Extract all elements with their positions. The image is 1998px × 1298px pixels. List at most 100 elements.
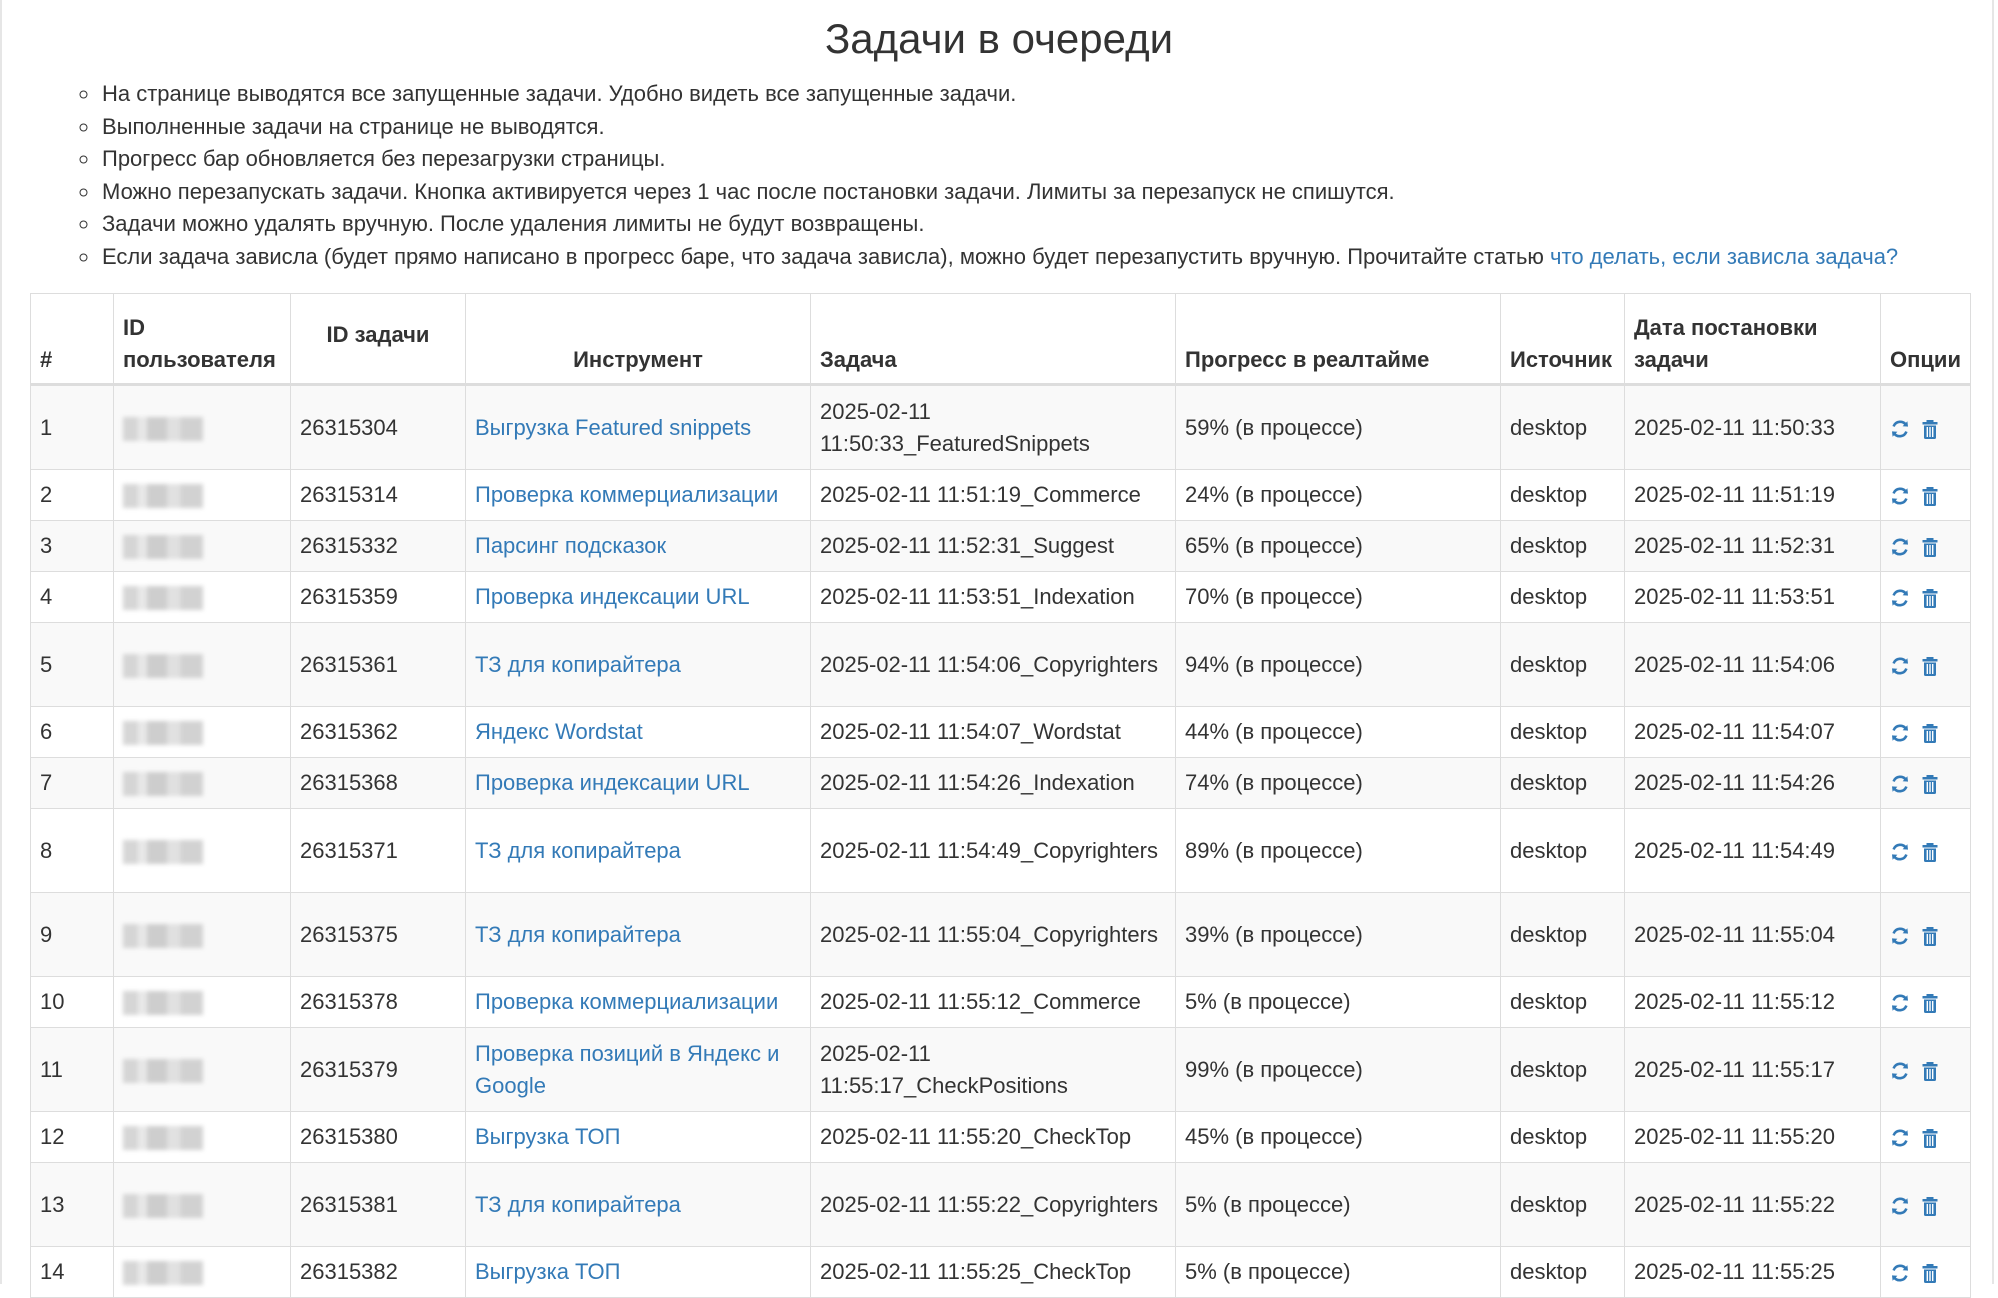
trash-icon[interactable] (1920, 418, 1940, 440)
cell-options (1880, 1027, 1971, 1112)
refresh-icon[interactable] (1890, 536, 1910, 558)
tool-link[interactable]: Проверка коммерциализации (475, 482, 778, 507)
trash-icon[interactable] (1920, 485, 1940, 507)
cell-source: desktop (1500, 1111, 1625, 1163)
cell-source: desktop (1500, 892, 1625, 977)
cell-task-id: 26315371 (290, 808, 466, 893)
cell-date: 2025-02-11 11:55:20 (1624, 1111, 1881, 1163)
cell-task-id: 26315361 (290, 622, 466, 707)
tool-link[interactable]: Проверка индексации URL (475, 770, 750, 795)
cell-source: desktop (1500, 1246, 1625, 1298)
stuck-task-article-link[interactable]: что делать, если зависла задача? (1550, 244, 1898, 269)
refresh-icon[interactable] (1890, 418, 1910, 440)
trash-icon[interactable] (1920, 536, 1940, 558)
refresh-icon[interactable] (1890, 485, 1910, 507)
tool-link[interactable]: ТЗ для копирайтера (475, 922, 681, 947)
trash-icon[interactable] (1920, 1195, 1940, 1217)
tasks-table: # ID пользователя ID задачи Инструмент З… (30, 293, 1971, 1298)
cell-source: desktop (1500, 706, 1625, 758)
cell-task: 2025-02-11 11:50:33_FeaturedSnippets (810, 384, 1176, 470)
info-item: Задачи можно удалять вручную. После удал… (100, 208, 1998, 241)
table-row: 5 26315361 ТЗ для копирайтера 2025-02-11… (30, 622, 1971, 707)
cell-task: 2025-02-11 11:55:17_CheckPositions (810, 1027, 1176, 1112)
trash-icon[interactable] (1920, 1060, 1940, 1082)
cell-num: 2 (30, 469, 114, 521)
tool-link[interactable]: ТЗ для копирайтера (475, 1192, 681, 1217)
cell-user-id (113, 706, 291, 758)
trash-icon[interactable] (1920, 1262, 1940, 1284)
info-text: Если задача зависла (будет прямо написан… (102, 243, 1551, 269)
cell-task-id: 26315359 (290, 571, 466, 623)
refresh-icon[interactable] (1890, 1262, 1910, 1284)
refresh-icon[interactable] (1890, 925, 1910, 947)
tool-link[interactable]: Выгрузка Featured snippets (475, 415, 751, 440)
tool-link[interactable]: ТЗ для копирайтера (475, 838, 681, 863)
trash-icon[interactable] (1920, 722, 1940, 744)
table-row: 7 26315368 Проверка индексации URL 2025-… (30, 757, 1971, 809)
table-header-row: # ID пользователя ID задачи Инструмент З… (30, 293, 1971, 386)
cell-tool: ТЗ для копирайтера (465, 808, 811, 893)
cell-task: 2025-02-11 11:55:04_Copyrighters (810, 892, 1176, 977)
cell-task-id: 26315378 (290, 976, 466, 1028)
trash-icon[interactable] (1920, 655, 1940, 677)
tool-link[interactable]: Проверка коммерциализации (475, 989, 778, 1014)
cell-date: 2025-02-11 11:53:51 (1624, 571, 1881, 623)
refresh-icon[interactable] (1890, 992, 1910, 1014)
cell-date: 2025-02-11 11:54:07 (1624, 706, 1881, 758)
refresh-icon[interactable] (1890, 1195, 1910, 1217)
col-header-date: Дата постановки задачи (1624, 293, 1881, 386)
tool-link[interactable]: Выгрузка ТОП (475, 1124, 620, 1149)
info-item: На странице выводятся все запущенные зад… (100, 78, 1998, 111)
cell-tool: Выгрузка ТОП (465, 1111, 811, 1163)
cell-tool: Проверка коммерциализации (465, 976, 811, 1028)
cell-options (1880, 976, 1971, 1028)
cell-progress: 44% (в процессе) (1175, 706, 1501, 758)
refresh-icon[interactable] (1890, 655, 1910, 677)
tool-link[interactable]: Парсинг подсказок (475, 533, 666, 558)
cell-user-id (113, 622, 291, 707)
trash-icon[interactable] (1920, 1127, 1940, 1149)
cell-user-id (113, 808, 291, 893)
trash-icon[interactable] (1920, 925, 1940, 947)
cell-user-id (113, 384, 291, 470)
info-text: На странице выводятся все запущенные зад… (102, 81, 1017, 106)
cell-num: 11 (30, 1027, 114, 1112)
refresh-icon[interactable] (1890, 1127, 1910, 1149)
cell-user-id (113, 1246, 291, 1298)
col-header-user-id: ID пользователя (113, 293, 291, 386)
tool-link[interactable]: Выгрузка ТОП (475, 1259, 620, 1284)
cell-user-id (113, 1162, 291, 1247)
tool-link[interactable]: Проверка позиций в Яндекс и Google (475, 1041, 779, 1098)
table-row: 2 26315314 Проверка коммерциализации 202… (30, 469, 1971, 521)
cell-num: 6 (30, 706, 114, 758)
cell-user-id (113, 469, 291, 521)
cell-tool: Выгрузка Featured snippets (465, 384, 811, 470)
redacted-user-id (123, 1126, 203, 1151)
cell-user-id (113, 757, 291, 809)
refresh-icon[interactable] (1890, 587, 1910, 609)
refresh-icon[interactable] (1890, 841, 1910, 863)
cell-task-id: 26315362 (290, 706, 466, 758)
trash-icon[interactable] (1920, 587, 1940, 609)
tool-link[interactable]: Проверка индексации URL (475, 584, 750, 609)
cell-date: 2025-02-11 11:54:26 (1624, 757, 1881, 809)
cell-num: 3 (30, 520, 114, 572)
tool-link[interactable]: ТЗ для копирайтера (475, 652, 681, 677)
tool-link[interactable]: Яндекс Wordstat (475, 719, 643, 744)
cell-source: desktop (1500, 1162, 1625, 1247)
table-row: 9 26315375 ТЗ для копирайтера 2025-02-11… (30, 892, 1971, 977)
redacted-user-id (123, 484, 203, 509)
trash-icon[interactable] (1920, 841, 1940, 863)
redacted-user-id (123, 772, 203, 797)
refresh-icon[interactable] (1890, 1060, 1910, 1082)
trash-icon[interactable] (1920, 773, 1940, 795)
redacted-user-id (123, 721, 203, 746)
refresh-icon[interactable] (1890, 722, 1910, 744)
refresh-icon[interactable] (1890, 773, 1910, 795)
trash-icon[interactable] (1920, 992, 1940, 1014)
cell-task: 2025-02-11 11:52:31_Suggest (810, 520, 1176, 572)
table-row: 8 26315371 ТЗ для копирайтера 2025-02-11… (30, 808, 1971, 893)
info-item: Выполненные задачи на странице не выводя… (100, 111, 1998, 144)
cell-progress: 45% (в процессе) (1175, 1111, 1501, 1163)
col-header-num: # (30, 293, 114, 386)
